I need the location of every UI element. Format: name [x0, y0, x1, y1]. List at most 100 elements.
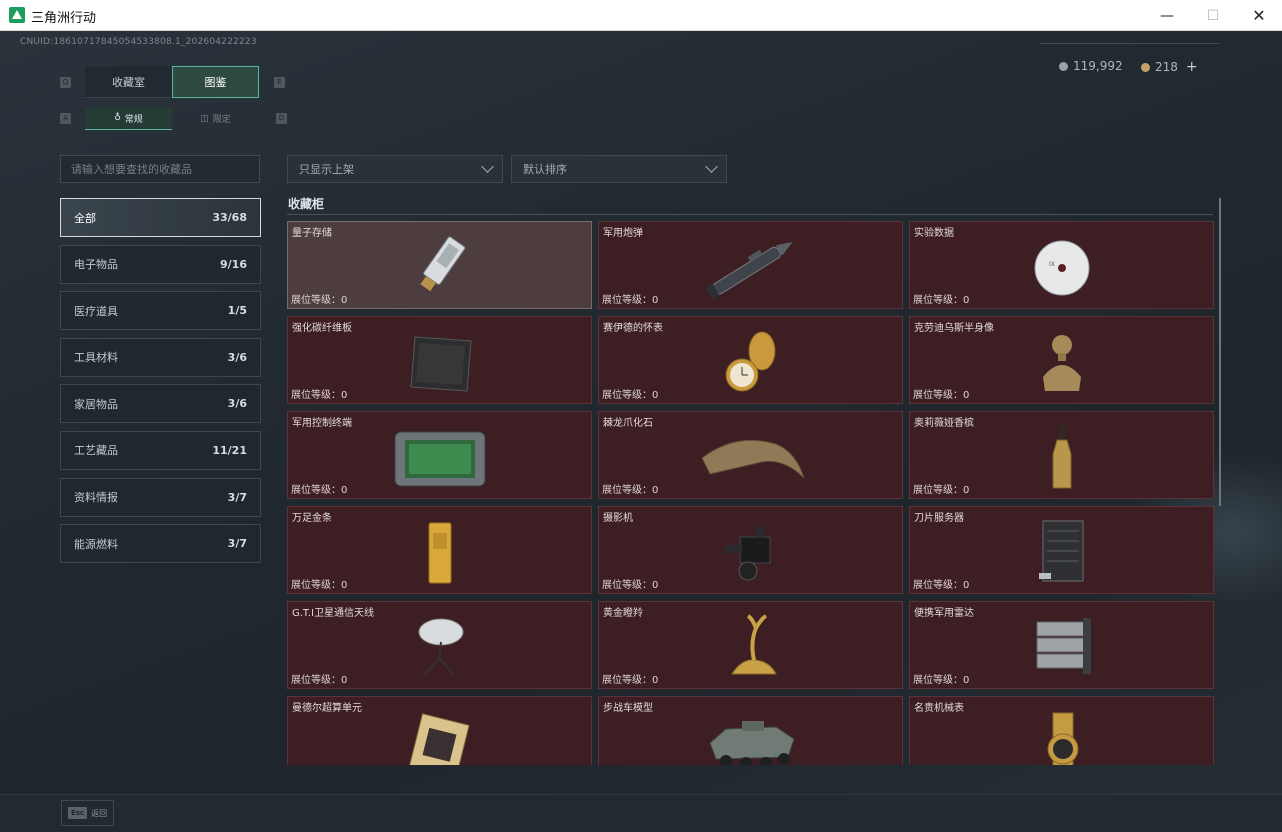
collection-card[interactable]: 赛伊德的怀表 展位等级：0: [598, 316, 903, 404]
category-all[interactable]: 全部 33/68: [60, 198, 261, 237]
add-currency-button[interactable]: +: [1186, 59, 1198, 75]
grid-scrollbar[interactable]: [1219, 198, 1221, 506]
subtab-regular[interactable]: ♁ 常规: [85, 107, 172, 130]
card-name: 强化碳纤维板: [292, 323, 352, 334]
card-name: 奥莉薇娅香槟: [914, 418, 974, 429]
category-list: 全部 33/68 电子物品 9/16 医疗道具 1/5 工具材料 3/6 家居物…: [60, 198, 261, 571]
card-name: 黄金瞪羚: [603, 608, 643, 619]
category-crafts[interactable]: 工艺藏品 11/21: [60, 430, 261, 470]
card-level: 展位等级：0: [913, 484, 970, 496]
disc-icon: IX: [1034, 240, 1089, 296]
card-level: 展位等级：0: [602, 484, 659, 496]
back-button[interactable]: Esc 返回: [61, 800, 114, 826]
key-hint-d: D: [276, 113, 287, 124]
sub-tabs: ♁ 常规 ◫ 限定: [85, 107, 259, 130]
app-logo-icon: [9, 7, 25, 23]
gold-currency: 218 +: [1141, 59, 1198, 75]
gold-bar-icon: [428, 522, 451, 584]
close-button[interactable]: ✕: [1236, 0, 1282, 31]
collection-card[interactable]: 实验数据 IX 展位等级：0: [909, 221, 1214, 309]
card-level: 展位等级：0: [602, 389, 659, 401]
esc-key-badge: Esc: [68, 807, 88, 819]
category-count: 3/6: [227, 397, 247, 411]
category-label: 资料情报: [74, 491, 118, 505]
category-energy[interactable]: 能源燃料 3/7: [60, 524, 261, 564]
card-name: 棘龙爪化石: [603, 418, 653, 429]
category-tools[interactable]: 工具材料 3/6: [60, 337, 261, 377]
pocket-watch-icon: [725, 331, 775, 392]
main-tabs: 收藏室 图鉴: [85, 66, 259, 98]
header-divider: [1040, 43, 1220, 44]
card-level: 展位等级：0: [913, 674, 970, 686]
shelf-filter-dropdown[interactable]: 只显示上架: [287, 155, 503, 183]
collection-card[interactable]: 奥莉薇娅香槟 展位等级：0: [909, 411, 1214, 499]
collection-card[interactable]: 军用控制终端 展位等级：0: [287, 411, 592, 499]
collection-card[interactable]: 步战车模型: [598, 696, 903, 765]
subtab-limited[interactable]: ◫ 限定: [172, 107, 259, 130]
category-count: 9/16: [220, 257, 247, 271]
category-label: 电子物品: [74, 258, 118, 272]
category-count: 3/7: [227, 537, 247, 551]
collection-card[interactable]: 刀片服务器 展位等级：0: [909, 506, 1214, 594]
footer-bar: Esc 返回: [0, 794, 1282, 832]
collection-card[interactable]: 军用炮弹 展位等级：0: [598, 221, 903, 309]
card-name: 实验数据: [914, 228, 954, 239]
card-level: 展位等级：0: [602, 579, 659, 591]
collection-card[interactable]: 名贵机械表: [909, 696, 1214, 765]
category-count: 33/68: [212, 211, 247, 224]
search-input[interactable]: [60, 155, 260, 183]
card-level: 展位等级：0: [291, 294, 348, 306]
maximize-button[interactable]: ☐: [1190, 0, 1236, 31]
champagne-bottle-icon: [1052, 423, 1071, 489]
flame-icon: ♁: [114, 113, 121, 123]
tab-catalog[interactable]: 图鉴: [172, 66, 259, 98]
tab-collection-room[interactable]: 收藏室: [85, 66, 172, 98]
collection-card[interactable]: 摄影机 展位等级：0: [598, 506, 903, 594]
collection-card[interactable]: 曼德尔超算单元: [287, 696, 592, 765]
category-label: 工具材料: [74, 351, 118, 365]
card-level: 展位等级：0: [291, 389, 348, 401]
card-name: 摄影机: [603, 513, 633, 524]
category-label: 医疗道具: [74, 304, 118, 318]
card-name: 便携军用雷达: [914, 608, 974, 619]
collection-card[interactable]: 棘龙爪化石 展位等级：0: [598, 411, 903, 499]
category-electronics[interactable]: 电子物品 9/16: [60, 244, 261, 284]
server-icon: [1038, 520, 1083, 582]
silver-coin-icon: [1059, 61, 1068, 71]
sort-dropdown[interactable]: 默认排序: [511, 155, 727, 183]
card-level: 展位等级：0: [291, 579, 348, 591]
card-name: 军用控制终端: [292, 418, 352, 429]
category-medical[interactable]: 医疗道具 1/5: [60, 291, 261, 331]
key-hint-e: E: [274, 77, 285, 88]
collection-card[interactable]: 量子存储 展位等级：0: [287, 221, 592, 309]
key-hint-a: A: [60, 113, 71, 124]
radar-icon: [1036, 617, 1091, 674]
camera-icon: [725, 526, 770, 581]
category-label: 工艺藏品: [74, 444, 118, 458]
cpu-unit-icon: [407, 712, 470, 765]
claw-fossil-icon: [700, 439, 804, 479]
minimize-button[interactable]: —: [1144, 0, 1190, 31]
card-name: G.T.I卫星通信天线: [292, 608, 374, 619]
game-viewport: CNUID:18610717845054533808.1_20260422222…: [0, 31, 1282, 832]
collection-card[interactable]: 万足金条 展位等级：0: [287, 506, 592, 594]
category-intel[interactable]: 资料情报 3/7: [60, 477, 261, 517]
svg-text:IX: IX: [1049, 261, 1055, 268]
collection-card[interactable]: G.T.I卫星通信天线 展位等级：0: [287, 601, 592, 689]
user-id-label: CNUID:18610717845054533808.1_20260422222…: [20, 37, 257, 47]
collection-card[interactable]: 克劳迪乌斯半身像 展位等级：0: [909, 316, 1214, 404]
chevron-down-icon: [481, 160, 494, 173]
collection-card[interactable]: 黄金瞪羚 展位等级：0: [598, 601, 903, 689]
silver-currency: 119,992: [1059, 59, 1123, 73]
satellite-dish-icon: [418, 618, 463, 675]
category-label: 家居物品: [74, 397, 118, 411]
card-name: 万足金条: [292, 513, 332, 524]
wristwatch-icon: [1047, 712, 1078, 765]
usb-drive-icon: [419, 236, 465, 291]
collection-card[interactable]: 便携军用雷达 展位等级：0: [909, 601, 1214, 689]
back-label: 返回: [91, 808, 108, 818]
collection-grid: 量子存储 展位等级：0 军用炮弹 展位等级：0 实验数据 IX 展位等级：0 强…: [287, 221, 1215, 765]
collection-card[interactable]: 强化碳纤维板 展位等级：0: [287, 316, 592, 404]
category-household[interactable]: 家居物品 3/6: [60, 384, 261, 424]
category-label: 全部: [74, 211, 96, 225]
